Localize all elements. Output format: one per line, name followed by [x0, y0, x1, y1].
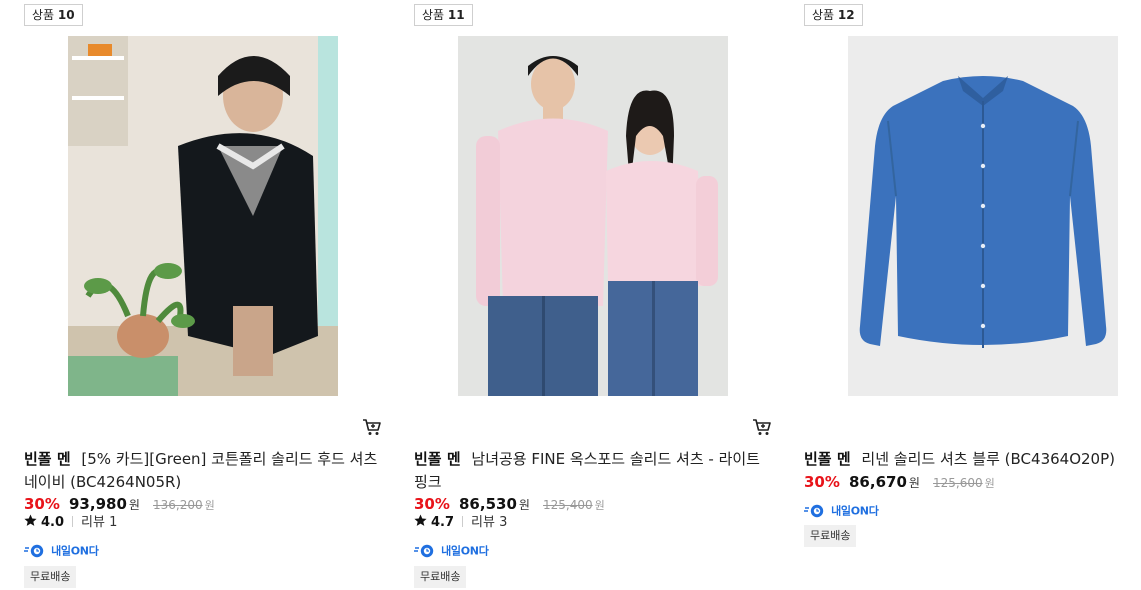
rating-score: 4.0 [41, 515, 65, 530]
product-card[interactable]: 상품 11 빈폴 멘 남녀공용 FINE 옥스포드 솔리드 셔츠 - 라이트 핑… [414, 0, 774, 590]
product-photo-couple-pink-shirts [458, 36, 728, 396]
product-index-number: 10 [57, 8, 75, 22]
original-price: 125,600 [933, 476, 983, 490]
product-title[interactable]: 빈폴 멘 리넨 솔리드 셔츠 블루 (BC4364O20P) [804, 448, 1141, 471]
product-image[interactable] [458, 36, 728, 396]
product-index-badge: 상품 11 [414, 4, 473, 26]
product-image[interactable] [848, 36, 1118, 396]
product-card[interactable]: 상품 10 빈폴 멘 [5% 카드][Green] 코튼폴리 솔리드 후드 셔츠… [24, 0, 384, 590]
sale-price: 86,530 [459, 495, 517, 513]
cart-icon[interactable] [362, 418, 382, 436]
product-index-prefix: 상품 [422, 8, 445, 22]
product-photo-blue-linen-shirt [848, 36, 1118, 396]
review-count[interactable]: 리뷰 3 [471, 515, 507, 530]
brand-name: 빈폴 멘 [414, 450, 461, 468]
discount-rate: 30% [414, 495, 450, 513]
product-name: 남녀공용 FINE 옥스포드 솔리드 셔츠 - 라이트 핑크 [414, 450, 760, 491]
delivery-truck-icon [804, 504, 824, 517]
product-index-prefix: 상품 [812, 8, 835, 22]
original-currency-label: 원 [984, 477, 995, 490]
delivery-badge: 내일ON다 [24, 540, 99, 558]
star-icon [24, 514, 37, 526]
brand-name: 빈폴 멘 [24, 450, 71, 468]
price-row: 30% 86,530 원 125,400 원 [414, 494, 605, 514]
price-row: 30% 86,670 원 125,600 원 [804, 472, 995, 492]
product-index-prefix: 상품 [32, 8, 55, 22]
delivery-label: 내일ON다 [51, 544, 99, 558]
product-name: [5% 카드][Green] 코튼폴리 솔리드 후드 셔츠 네이비 (BC426… [24, 450, 378, 491]
cart-icon[interactable] [752, 418, 772, 436]
delivery-badge: 내일ON다 [414, 540, 489, 558]
sale-price: 86,670 [849, 473, 907, 491]
star-icon [414, 514, 427, 526]
delivery-truck-icon [24, 544, 44, 557]
delivery-badge: 내일ON다 [804, 500, 879, 518]
original-currency-label: 원 [594, 499, 605, 512]
brand-name: 빈폴 멘 [804, 450, 851, 468]
delivery-label: 내일ON다 [441, 544, 489, 558]
product-title[interactable]: 빈폴 멘 남녀공용 FINE 옥스포드 솔리드 셔츠 - 라이트 핑크 [414, 448, 770, 494]
rating-score: 4.7 [431, 515, 455, 530]
currency-label: 원 [128, 498, 140, 512]
discount-rate: 30% [24, 495, 60, 513]
delivery-truck-icon [414, 544, 434, 557]
discount-rate: 30% [804, 473, 840, 491]
free-shipping-badge: 무료배송 [414, 566, 467, 588]
divider [72, 516, 74, 527]
product-grid: 상품 10 빈폴 멘 [5% 카드][Green] 코튼폴리 솔리드 후드 셔츠… [0, 0, 1141, 590]
product-title[interactable]: 빈폴 멘 [5% 카드][Green] 코튼폴리 솔리드 후드 셔츠 네이비 (… [24, 448, 380, 494]
original-currency-label: 원 [204, 499, 215, 512]
rating-row: 4.7 리뷰 3 [414, 514, 507, 532]
product-card[interactable]: 상품 12 빈폴 멘 리넨 솔리드 셔츠 블루 (BC4364O20P) 30%… [804, 0, 1141, 590]
product-index-number: 12 [837, 8, 855, 22]
original-price: 136,200 [153, 498, 203, 512]
product-index-badge: 상품 12 [804, 4, 863, 26]
divider [462, 516, 464, 527]
product-image[interactable] [68, 36, 338, 396]
product-index-badge: 상품 10 [24, 4, 83, 26]
product-name: 리넨 솔리드 셔츠 블루 (BC4364O20P) [861, 450, 1115, 468]
review-count[interactable]: 리뷰 1 [81, 515, 117, 530]
delivery-label: 내일ON다 [831, 504, 879, 518]
original-price: 125,400 [543, 498, 593, 512]
currency-label: 원 [518, 498, 530, 512]
free-shipping-badge: 무료배송 [24, 566, 77, 588]
rating-row: 4.0 리뷰 1 [24, 514, 117, 532]
product-photo-man-dark-shirt-plant [68, 36, 338, 396]
currency-label: 원 [908, 476, 920, 490]
sale-price: 93,980 [69, 495, 127, 513]
price-row: 30% 93,980 원 136,200 원 [24, 494, 215, 514]
free-shipping-badge: 무료배송 [804, 525, 857, 547]
product-index-number: 11 [447, 8, 465, 22]
